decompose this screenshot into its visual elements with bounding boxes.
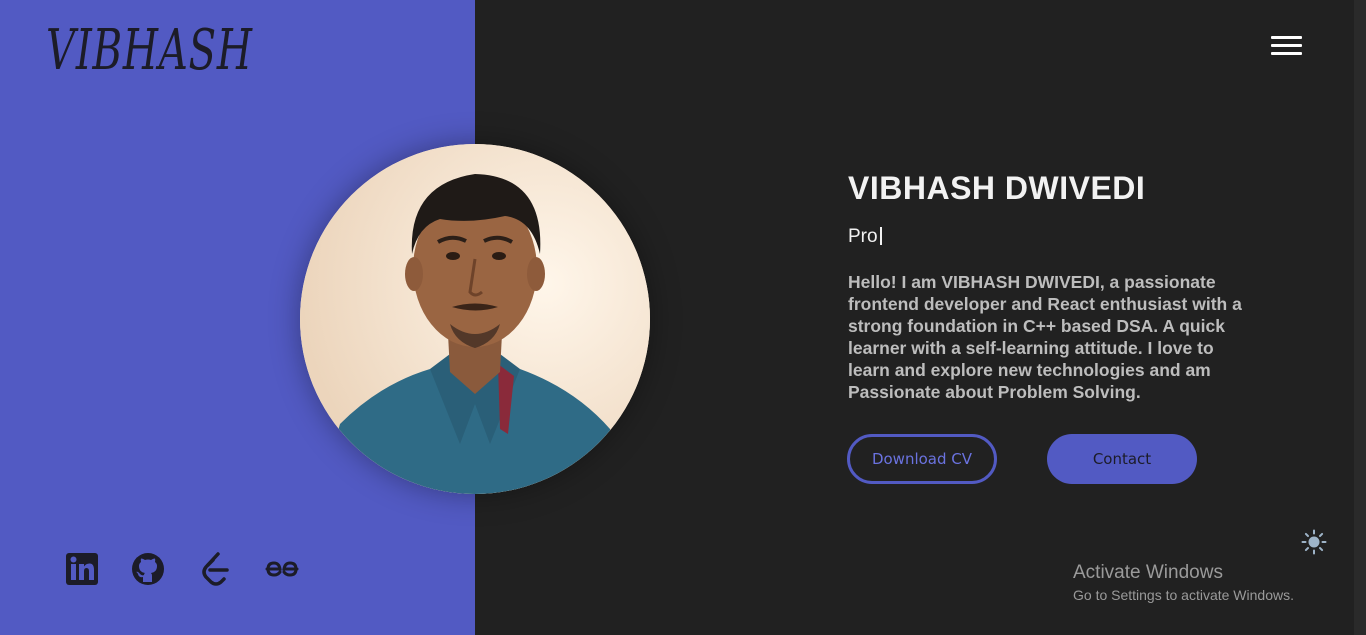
profile-photo xyxy=(300,144,650,494)
hamburger-menu-icon[interactable] xyxy=(1271,36,1305,62)
sun-icon[interactable] xyxy=(1301,529,1327,555)
logo[interactable]: VIBHASH xyxy=(46,18,253,83)
typed-role-text: Pro xyxy=(848,226,882,248)
geeksforgeeks-icon[interactable] xyxy=(264,551,300,587)
activate-subtitle: Go to Settings to activate Windows. xyxy=(1073,587,1294,603)
profile-bio: Hello! I am VIBHASH DWIVEDI, a passionat… xyxy=(848,272,1242,402)
leetcode-icon[interactable] xyxy=(197,551,233,587)
download-cv-button[interactable]: Download CV xyxy=(847,434,997,484)
typed-text: Pro xyxy=(848,226,878,247)
profile-name: VIBHASH DWIVEDI xyxy=(848,170,1146,206)
github-icon[interactable] xyxy=(130,551,166,587)
activate-title: Activate Windows xyxy=(1073,562,1223,583)
linkedin-icon[interactable] xyxy=(64,551,100,587)
typing-cursor xyxy=(879,227,882,245)
scrollbar[interactable] xyxy=(1354,0,1366,635)
contact-button[interactable]: Contact xyxy=(1047,434,1197,484)
windows-activation-watermark: Activate Windows Go to Settings to activ… xyxy=(1073,562,1294,606)
